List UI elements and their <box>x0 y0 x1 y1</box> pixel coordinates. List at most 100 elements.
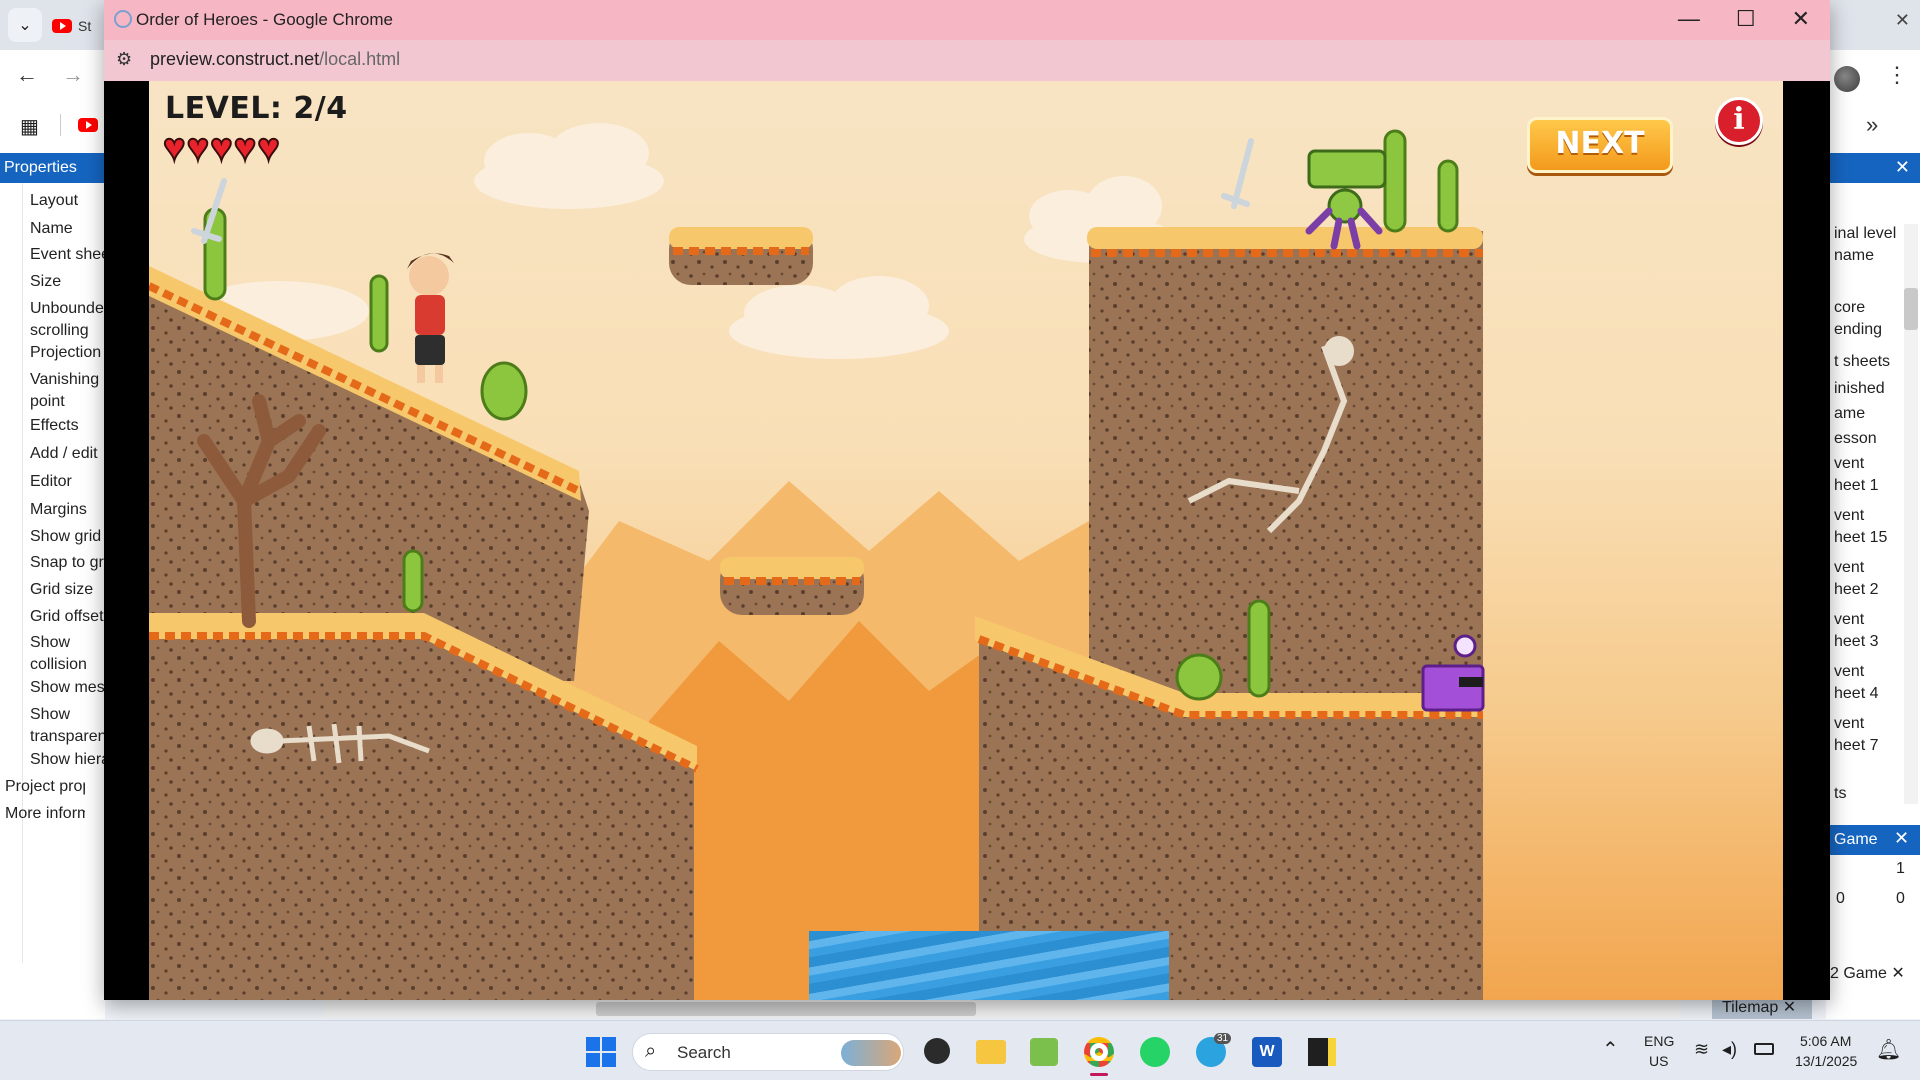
background-tab[interactable]: St <box>52 10 112 42</box>
language-indicator[interactable]: ENG <box>1644 1033 1674 1049</box>
prop-show-hierarchy[interactable]: Show hiera <box>30 749 110 771</box>
project-item[interactable]: esson <box>1834 428 1904 450</box>
prop-add-edit[interactable]: Add / edit <box>30 443 110 465</box>
minimize-button[interactable]: — <box>1678 6 1700 32</box>
prop-layout[interactable]: Layout <box>30 190 110 212</box>
forward-button[interactable]: → <box>62 62 84 88</box>
prop-unbounded-scrolling[interactable]: Unbounded scrolling <box>30 298 108 342</box>
close-button[interactable]: ✕ <box>1792 6 1810 32</box>
project-item[interactable]: ts <box>1834 783 1904 805</box>
background-close-button[interactable]: ✕ <box>1895 10 1910 31</box>
properties-divider <box>22 183 23 963</box>
search-icon: ⌕ <box>645 1040 657 1062</box>
game-tab[interactable]: 2 Game ✕ <box>1830 963 1910 985</box>
clock-time[interactable]: 5:06 AM <box>1800 1033 1851 1049</box>
project-item[interactable]: vent heet 4 <box>1834 661 1894 705</box>
prop-vanishing-point[interactable]: Vanishing point <box>30 369 108 413</box>
close-icon[interactable]: ✕ <box>1894 828 1909 849</box>
chevron-up-icon[interactable]: ⌃ <box>1602 1037 1619 1062</box>
menu-kebab-icon[interactable]: ⋮ <box>1886 62 1908 88</box>
project-item[interactable]: inal level name <box>1834 223 1904 267</box>
tab-search-button[interactable]: ⌄ <box>8 8 42 42</box>
clock-date[interactable]: 13/1/2025 <box>1795 1053 1857 1069</box>
properties-panel: Properties Layout Name Event shee Size U… <box>0 153 110 1019</box>
bookmark-separator <box>60 114 61 136</box>
prop-show-collision-polygons[interactable]: Show collision polygons <box>30 632 108 676</box>
game-canvas[interactable]: LEVEL: 2/4 ♥ ♥ ♥ ♥ ♥ NEXT i <box>149 81 1783 1000</box>
search-box[interactable]: ⌕ Search <box>632 1033 904 1071</box>
chrome-icon[interactable] <box>1084 1037 1114 1067</box>
project-item[interactable]: core ending <box>1834 297 1904 341</box>
heart-icon: ♥ <box>209 127 234 169</box>
region-indicator[interactable]: US <box>1649 1053 1668 1069</box>
prop-name[interactable]: Name <box>30 218 110 240</box>
close-icon[interactable]: ✕ <box>1895 157 1910 177</box>
apps-grid-icon[interactable]: ▦ <box>20 114 39 139</box>
preview-address-bar[interactable]: ⚙ preview.construct.net/local.html <box>104 40 1830 81</box>
health-hearts: ♥ ♥ ♥ ♥ ♥ <box>162 127 281 169</box>
game-tab-label: 2 Game <box>1830 965 1887 982</box>
url-host: preview.construct.net <box>150 49 320 69</box>
more-information-link[interactable]: More informa <box>5 803 85 825</box>
file-explorer-icon[interactable] <box>976 1040 1006 1064</box>
level-indicator: LEVEL: 2/4 <box>165 91 348 126</box>
layout-horizontal-scrollbar[interactable] <box>325 998 1680 1018</box>
prop-show-mesh[interactable]: Show mes <box>30 677 110 699</box>
wifi-icon[interactable]: ≋ <box>1694 1039 1709 1060</box>
water <box>809 931 1169 1000</box>
layout-scroll-thumb[interactable] <box>596 1002 976 1016</box>
avatar[interactable] <box>1834 66 1860 92</box>
project-item[interactable]: vent heet 2 <box>1834 557 1894 601</box>
notification-bell-icon[interactable]: 🔔︎ <box>1876 1037 1901 1062</box>
prop-event-sheet[interactable]: Event shee <box>30 244 110 266</box>
prop-margins[interactable]: Margins <box>30 499 110 521</box>
url-path: /local.html <box>319 49 401 69</box>
youtube-bookmark-icon[interactable] <box>78 118 98 132</box>
maximize-button[interactable]: ☐ <box>1736 6 1756 32</box>
bookmarks-overflow-button[interactable]: » <box>1866 112 1878 138</box>
telegram-badge: 31 <box>1214 1033 1232 1044</box>
project-item[interactable]: ame <box>1834 403 1904 425</box>
game-scene <box>149 123 1485 1000</box>
project-panel-scroll-thumb[interactable] <box>1904 288 1918 330</box>
prop-grid-size[interactable]: Grid size <box>30 579 110 601</box>
prop-effects[interactable]: Effects <box>30 415 110 437</box>
start-icon[interactable] <box>586 1037 616 1067</box>
preview-window-controls: — ☐ ✕ <box>1678 6 1810 32</box>
site-info-icon[interactable]: ⚙ <box>116 49 132 70</box>
prop-grid-offset[interactable]: Grid offset <box>30 606 110 628</box>
whatsapp-icon[interactable] <box>1140 1037 1170 1067</box>
back-button[interactable]: ← <box>16 62 38 88</box>
project-item[interactable]: inished <box>1834 378 1904 400</box>
project-item[interactable]: t sheets <box>1834 351 1904 373</box>
prop-show-grid[interactable]: Show grid <box>30 526 110 548</box>
project-item[interactable]: vent heet 1 <box>1834 453 1894 497</box>
construct-icon <box>114 10 132 28</box>
preview-title-bar[interactable]: Order of Heroes - Google Chrome — ☐ ✕ <box>104 0 1830 40</box>
sticky-notes-icon[interactable] <box>1308 1038 1336 1066</box>
project-item[interactable]: vent heet 7 <box>1834 713 1894 757</box>
prop-size[interactable]: Size <box>30 271 110 293</box>
prop-editor[interactable]: Editor <box>30 471 110 493</box>
background-window-controls: ✕ <box>1895 10 1910 31</box>
url-text[interactable]: preview.construct.net/local.html <box>150 49 400 70</box>
project-properties-link[interactable]: Project prope <box>5 776 85 798</box>
volume-icon[interactable]: ◂) <box>1722 1039 1737 1060</box>
right-plateau <box>1089 231 1483 711</box>
search-placeholder: Search <box>677 1043 731 1062</box>
next-button[interactable]: NEXT <box>1527 117 1673 173</box>
battery-icon[interactable] <box>1754 1043 1774 1055</box>
project-item[interactable]: vent heet 15 <box>1834 505 1894 549</box>
project-panel-header: ✕ <box>1826 153 1920 183</box>
info-button[interactable]: i <box>1715 97 1763 145</box>
prop-projection[interactable]: Projection <box>30 342 110 364</box>
obs-icon[interactable] <box>924 1038 950 1064</box>
tilemap-tab-label: Tilemap <box>1722 999 1779 1016</box>
prop-show-transparent-inactive-layers[interactable]: Show transparent inactive layers <box>30 704 108 748</box>
game-panel-value: 1 <box>1896 860 1905 877</box>
word-icon[interactable]: W <box>1252 1037 1282 1067</box>
project-item[interactable]: vent heet 3 <box>1834 609 1894 653</box>
paint-icon[interactable] <box>1030 1038 1058 1066</box>
prop-snap-to-grid[interactable]: Snap to gr <box>30 552 110 574</box>
hero-character <box>407 253 454 383</box>
